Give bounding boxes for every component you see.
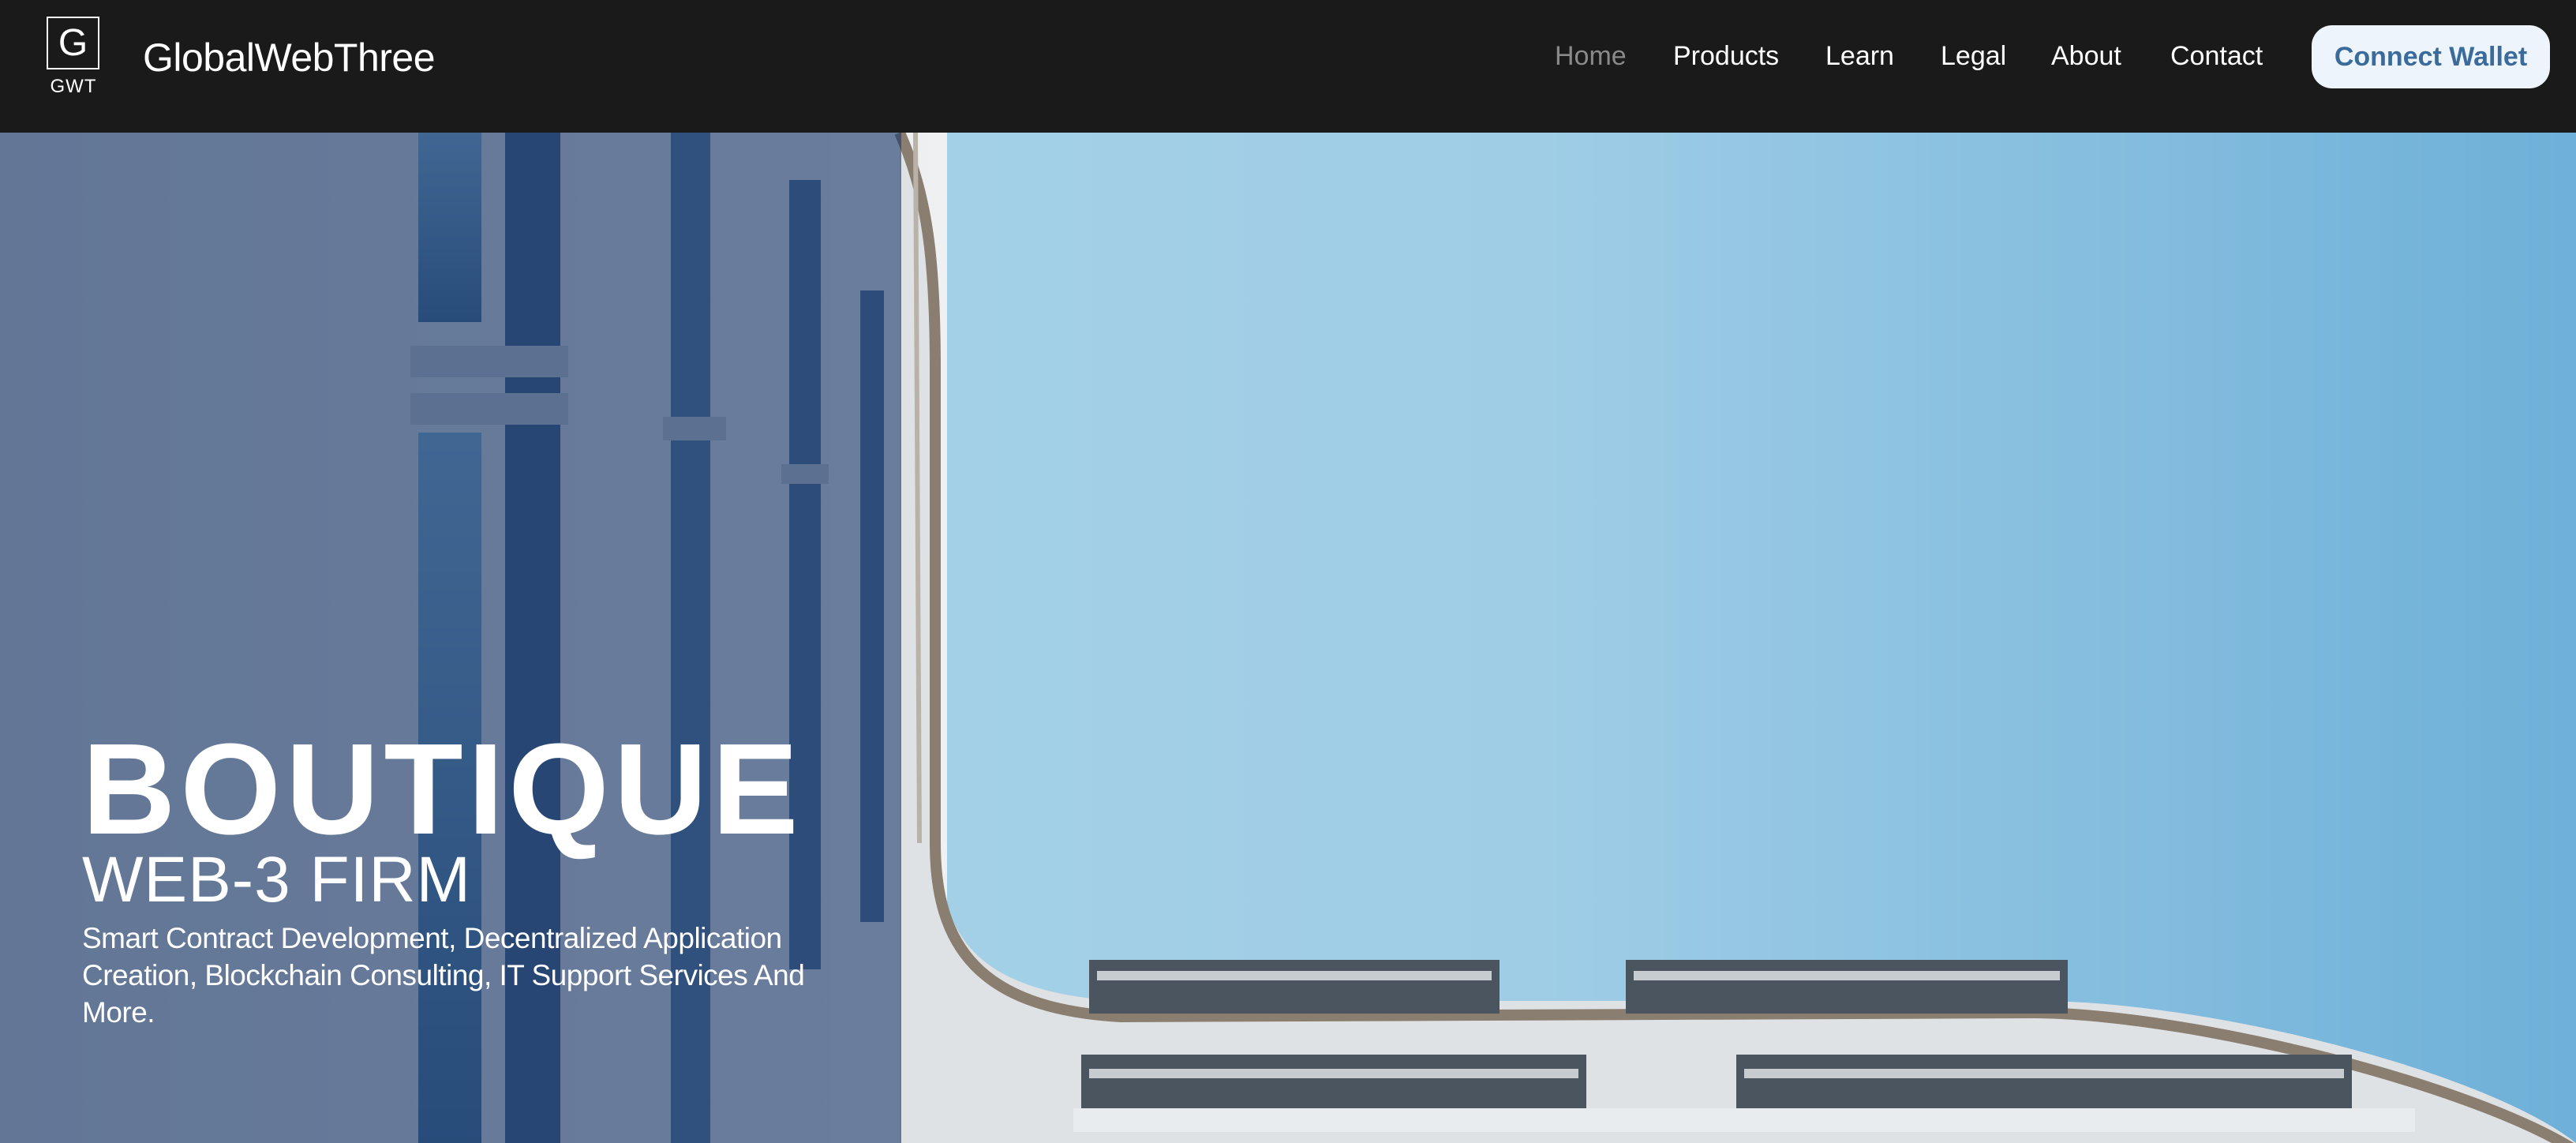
- hero-subtitle: WEB-3 FIRM: [82, 844, 471, 916]
- nav-about[interactable]: About: [2051, 41, 2121, 72]
- top-navigation-bar: G GWT GlobalWebThree Home Products Learn…: [0, 0, 2576, 133]
- nav-learn[interactable]: Learn: [1825, 41, 1894, 72]
- nav-contact[interactable]: Contact: [2170, 41, 2263, 72]
- logo-subtext: GWT: [50, 76, 97, 97]
- logo-icon[interactable]: G: [47, 17, 99, 69]
- hero-description: Smart Contract Development, Decentralize…: [82, 922, 805, 1029]
- logo-letter: G: [58, 21, 88, 64]
- nav-home[interactable]: Home: [1555, 41, 1627, 72]
- hero-title: BOUTIQUE: [82, 716, 803, 861]
- hero-section: BOUTIQUE WEB-3 FIRM Smart Contract Devel…: [0, 133, 2576, 1143]
- connect-wallet-button[interactable]: Connect Wallet: [2312, 25, 2550, 88]
- nav-legal[interactable]: Legal: [1941, 41, 2006, 72]
- nav-products[interactable]: Products: [1673, 41, 1779, 72]
- brand-name[interactable]: GlobalWebThree: [143, 35, 436, 81]
